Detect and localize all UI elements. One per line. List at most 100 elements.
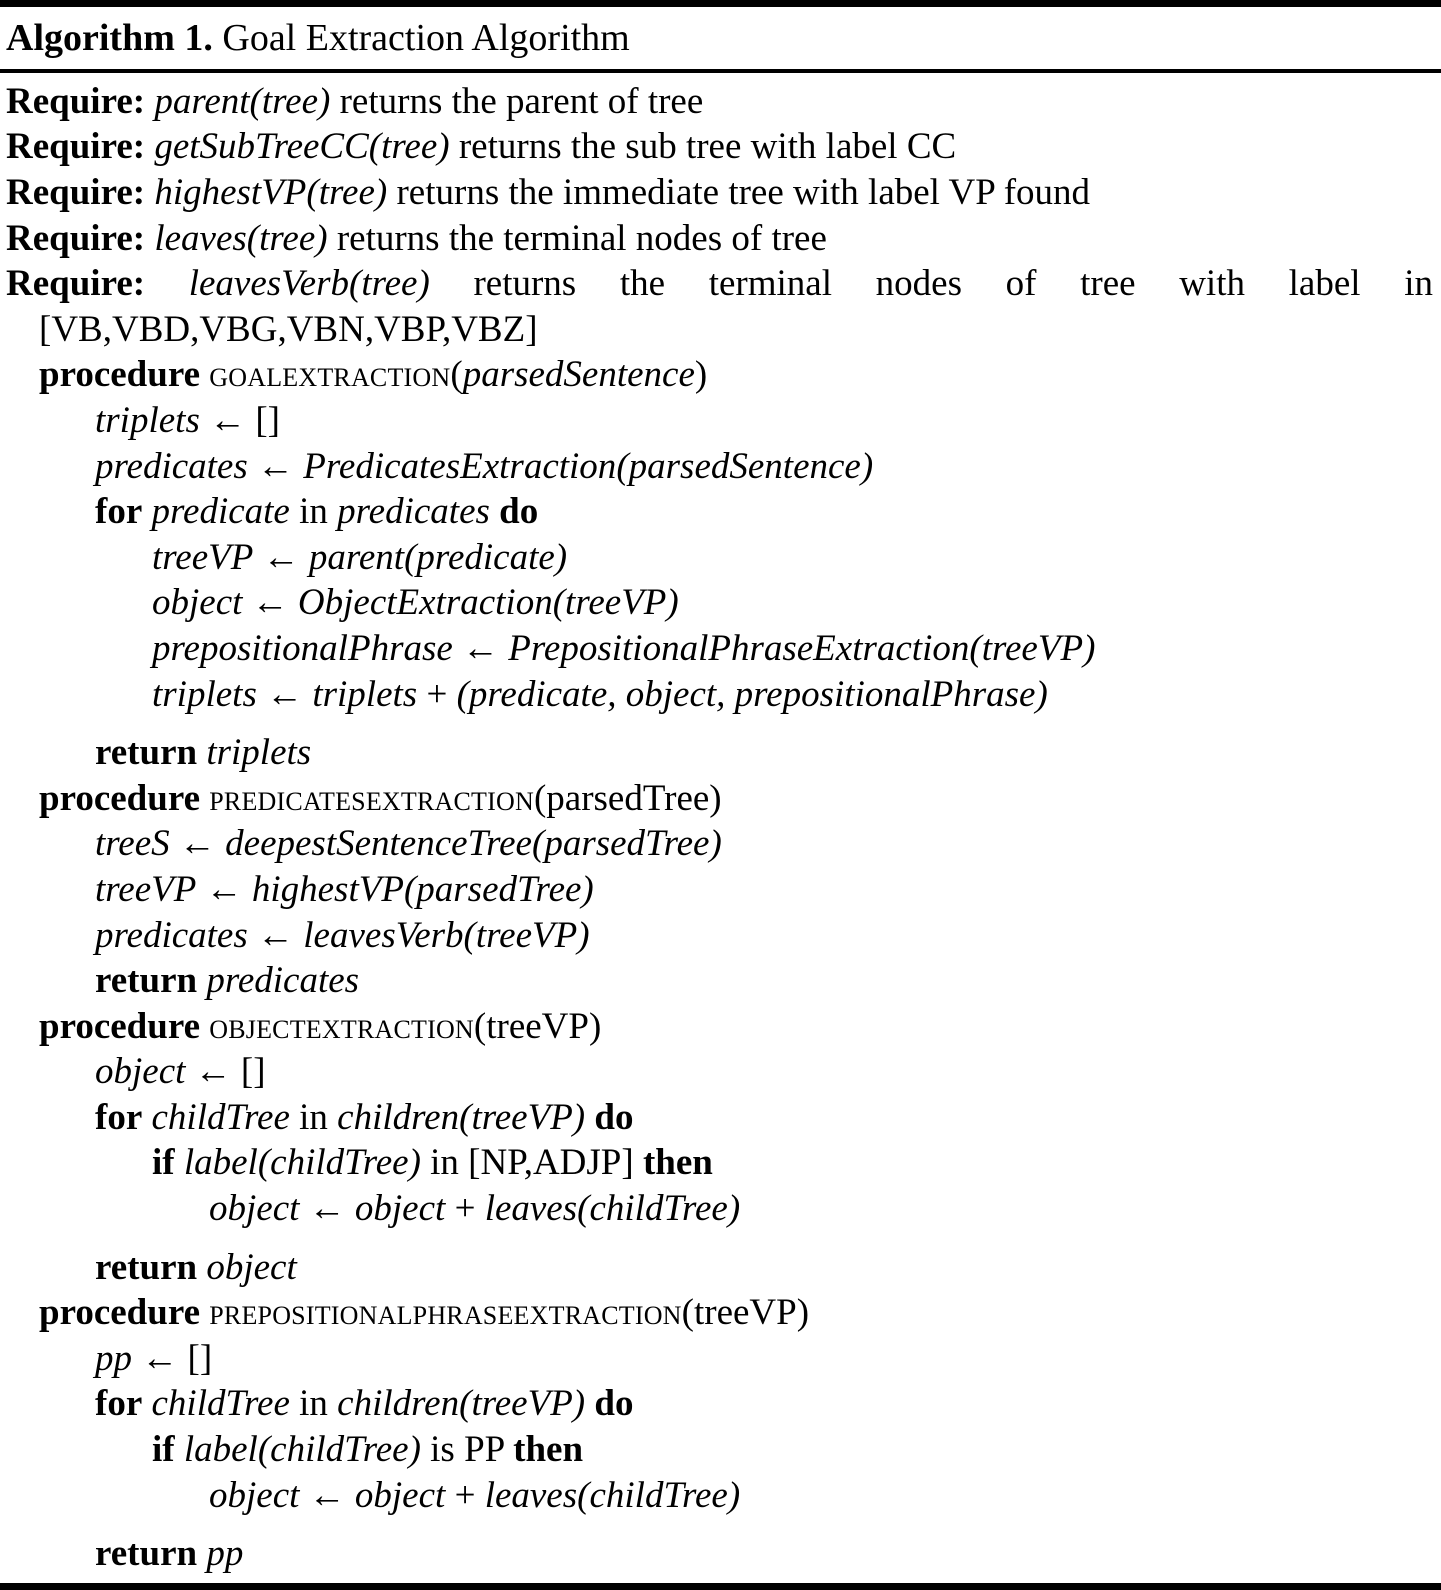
- procedure-argument: parsedTree: [546, 777, 710, 819]
- statement-token: +: [445, 1188, 485, 1230]
- statement-token: parsedSentence: [628, 445, 861, 487]
- procedure-name: ObjectExtraction: [209, 1005, 474, 1047]
- statement-token: if: [152, 1429, 175, 1471]
- statement-token: then: [513, 1429, 584, 1471]
- require-line: Require: leavesVerb(tree) returns the te…: [2, 261, 1439, 307]
- algorithm-statement: treeVP ← highestVP(parsedTree): [2, 867, 1439, 913]
- algorithm-float: Algorithm 1. Goal Extraction Algorithm R…: [0, 0, 1441, 1590]
- statement-token: ←: [132, 1337, 188, 1379]
- statement-token: ←: [299, 1474, 355, 1516]
- statement-token: children: [337, 1096, 460, 1138]
- statement-token: ): [860, 445, 874, 487]
- statement-token: treeVP: [475, 914, 578, 956]
- algorithm-bottom-rule: [0, 1582, 1441, 1590]
- statement-token: ): [581, 868, 594, 910]
- algorithm-statement: for predicate in predicates do: [2, 489, 1439, 535]
- statement-token: +: [445, 1474, 485, 1516]
- algorithm-statement: if label(childTree) in [NP,ADJP] then: [2, 1140, 1439, 1186]
- statement-token: ,: [716, 673, 735, 715]
- statement-token: ): [727, 1474, 741, 1516]
- statement-token: predicate: [468, 673, 608, 715]
- algorithm-statement: prepositionalPhrase ← PrepositionalPhras…: [2, 626, 1439, 672]
- statement-token: (: [403, 868, 417, 910]
- statement-token: prepositionalPhrase: [152, 627, 453, 669]
- procedure-header: procedure GoalExtraction(parsedSentence): [2, 352, 1439, 398]
- statement-token: [142, 1097, 151, 1138]
- procedure-paren-open: (: [533, 777, 547, 819]
- algorithm-title: Goal Extraction Algorithm: [222, 17, 630, 59]
- algorithm-caption: Algorithm 1. Goal Extraction Algorithm: [0, 7, 1441, 69]
- algorithm-statement: object ← ObjectExtraction(treeVP): [2, 580, 1439, 626]
- procedure-header: procedure PredicatesExtraction(parsedTre…: [2, 776, 1439, 822]
- statement-token: ←: [196, 868, 252, 910]
- statement-token: in: [289, 1096, 338, 1138]
- statement-token: [490, 491, 499, 532]
- statement-token: predicates: [95, 445, 248, 487]
- require-description: returns the parent of tree: [330, 80, 704, 122]
- statement-token: ObjectExtraction: [297, 582, 553, 624]
- statement-token: [142, 1383, 151, 1424]
- statement-token: ): [709, 823, 722, 865]
- require-description: returns the terminal nodes of tree: [327, 217, 827, 259]
- procedure-paren-open: (: [681, 1292, 694, 1334]
- statement-token: return: [95, 1246, 198, 1288]
- statement-token: ←: [242, 582, 298, 624]
- statement-token: object: [152, 582, 243, 624]
- statement-token: (: [459, 1096, 472, 1138]
- statement-token: [142, 491, 151, 532]
- statement-token: ,: [607, 673, 626, 715]
- require-label-list: [VB,VBD,VBG,VBN,VBP,VBZ]: [39, 308, 538, 350]
- require-continuation-line: [VB,VBD,VBG,VBN,VBP,VBZ]: [2, 307, 1439, 353]
- statement-token: object: [354, 1188, 446, 1230]
- statement-token: pp: [206, 1533, 244, 1575]
- statement-token: childTree: [270, 1429, 409, 1471]
- procedure-paren-close: ): [588, 1005, 602, 1047]
- statement-token: treeVP: [152, 536, 254, 578]
- statement-token: (: [577, 1188, 590, 1230]
- statement-token: ): [1083, 627, 1096, 669]
- algorithm-statement: return predicates: [2, 958, 1439, 1004]
- statement-token: ←: [247, 445, 304, 487]
- statement-token: (: [577, 1474, 590, 1516]
- procedure-paren-close: ): [694, 354, 708, 396]
- statement-token: ): [554, 536, 568, 578]
- statement-token: [197, 1247, 206, 1288]
- require-signature: leavesVerb(tree): [188, 263, 430, 305]
- algorithm-statement: object ← object + leaves(childTree): [2, 1186, 1439, 1232]
- statement-token: object: [209, 1474, 300, 1516]
- procedure-argument: parsedSentence: [462, 354, 695, 396]
- procedure-name: PredicatesExtraction: [209, 777, 534, 819]
- statement-token: []: [240, 1051, 266, 1093]
- require-description: returns the terminal nodes of tree with …: [473, 263, 1433, 305]
- statement-token: return: [95, 960, 198, 1002]
- statement-token: []: [255, 399, 280, 441]
- statement-token: label: [183, 1142, 258, 1184]
- statement-token: ): [572, 1096, 586, 1138]
- statement-token: predicate: [151, 491, 290, 533]
- statement-token: ): [1035, 673, 1048, 715]
- procedure-name: PrepositionalPhraseExtraction: [209, 1292, 682, 1334]
- statement-token: +: [417, 673, 457, 715]
- statement-token: object: [209, 1188, 300, 1230]
- statement-token: predicates: [206, 960, 360, 1002]
- statement-token: childTree: [151, 1383, 290, 1425]
- statement-token: [197, 1533, 206, 1574]
- statement-token: (: [616, 445, 629, 487]
- statement-token: object: [95, 1051, 186, 1093]
- procedure-header: procedure ObjectExtraction(treeVP): [2, 1004, 1439, 1050]
- procedure-keyword: procedure: [39, 354, 201, 396]
- statement-token: leaves: [484, 1474, 578, 1516]
- procedure-paren-open: (: [450, 354, 463, 396]
- statement-token: prepositionalPhrase: [734, 673, 1036, 715]
- statement-token: leaves: [484, 1188, 578, 1230]
- require-keyword: Require:: [6, 126, 146, 168]
- algorithm-statement: for childTree in children(treeVP) do: [2, 1381, 1439, 1427]
- statement-token: ): [572, 1383, 586, 1425]
- statement-token: childTree: [589, 1474, 728, 1516]
- statement-token: ): [727, 1188, 741, 1230]
- statement-token: predicates: [337, 491, 490, 533]
- procedure-keyword: procedure: [39, 777, 201, 819]
- statement-token: do: [594, 1383, 634, 1425]
- statement-token: (: [552, 582, 566, 624]
- statement-token: children: [337, 1383, 460, 1425]
